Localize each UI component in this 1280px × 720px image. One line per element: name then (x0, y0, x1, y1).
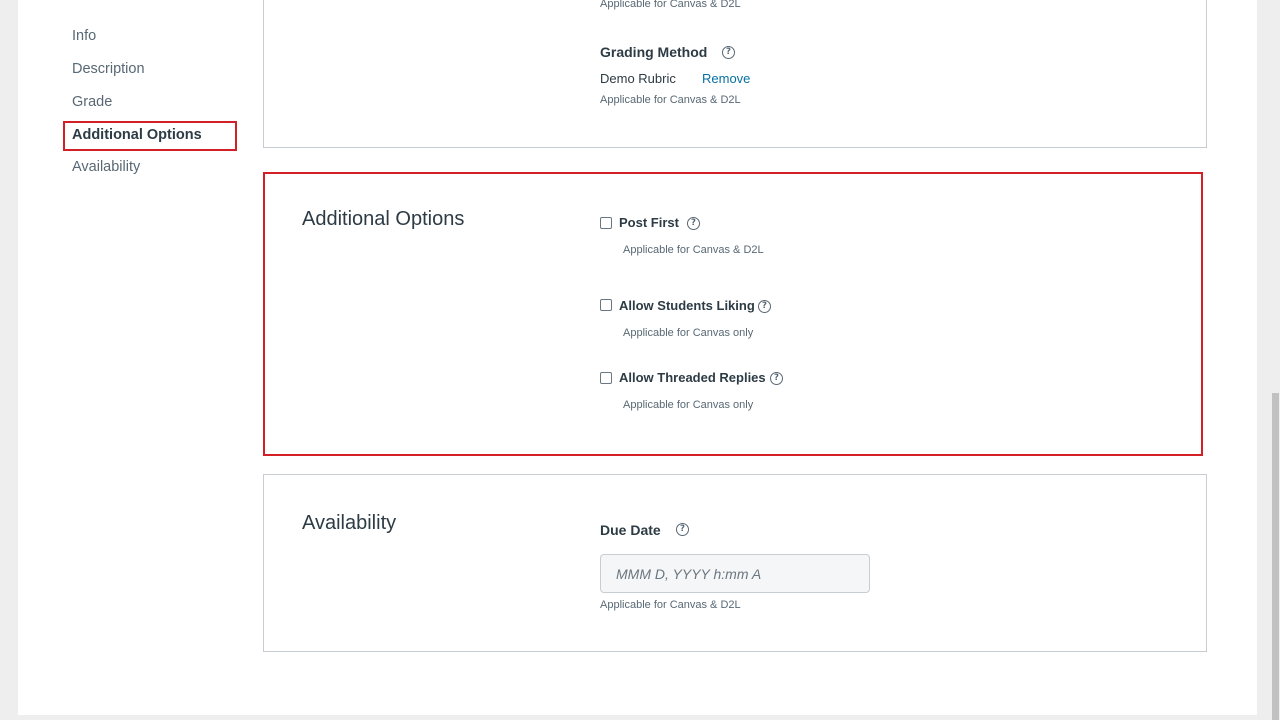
due-date-label: Due Date (600, 522, 661, 538)
due-date-input[interactable] (600, 554, 870, 593)
post-first-help-icon[interactable]: ? (687, 217, 700, 230)
grade-top-note: Applicable for Canvas & D2L (600, 0, 741, 10)
post-first-label[interactable]: Post First (619, 215, 679, 230)
nav-item-additional-options[interactable]: Additional Options (72, 127, 202, 143)
allow-threaded-replies-checkbox[interactable] (600, 372, 612, 384)
allow-threaded-replies-note: Applicable for Canvas only (623, 399, 754, 411)
allow-threaded-replies-help-icon[interactable]: ? (770, 372, 783, 385)
availability-title: Availability (302, 512, 397, 534)
allow-students-liking-help-icon[interactable]: ? (758, 300, 771, 313)
nav-item-info[interactable]: Info (72, 28, 96, 44)
due-date-note: Applicable for Canvas & D2L (600, 599, 741, 611)
nav-item-availability[interactable]: Availability (72, 159, 140, 175)
post-first-note: Applicable for Canvas & D2L (623, 244, 764, 256)
allow-students-liking-label[interactable]: Allow Students Liking (619, 298, 755, 313)
due-date-help-icon[interactable]: ? (676, 523, 689, 536)
nav-item-description[interactable]: Description (72, 61, 145, 77)
rubric-name: Demo Rubric (600, 71, 676, 86)
nav-item-grade[interactable]: Grade (72, 94, 112, 110)
additional-options-title: Additional Options (302, 208, 465, 230)
grading-method-note: Applicable for Canvas & D2L (600, 94, 741, 106)
post-first-checkbox[interactable] (600, 217, 612, 229)
scrollbar-thumb[interactable] (1272, 393, 1279, 720)
grading-method-help-icon[interactable]: ? (722, 46, 735, 59)
allow-threaded-replies-label[interactable]: Allow Threaded Replies (619, 370, 766, 385)
allow-students-liking-note: Applicable for Canvas only (623, 327, 754, 339)
grading-method-label: Grading Method (600, 44, 708, 60)
allow-students-liking-checkbox[interactable] (600, 299, 612, 311)
remove-rubric-link[interactable]: Remove (702, 71, 750, 86)
